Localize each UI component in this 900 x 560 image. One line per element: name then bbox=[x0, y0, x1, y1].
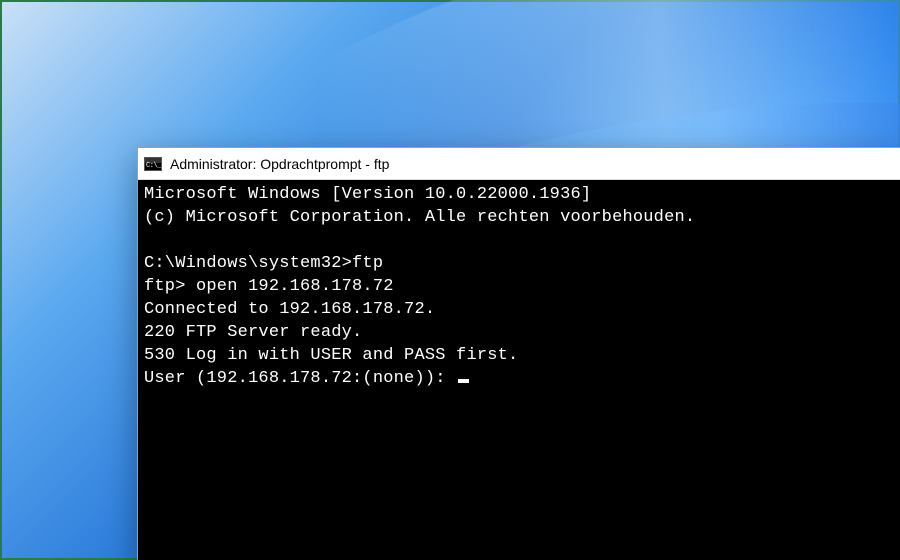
titlebar[interactable]: Administrator: Opdrachtprompt - ftp bbox=[138, 148, 900, 180]
window-title: Administrator: Opdrachtprompt - ftp bbox=[170, 156, 389, 172]
command-prompt-window: Administrator: Opdrachtprompt - ftp Micr… bbox=[137, 147, 900, 560]
desktop-background: Administrator: Opdrachtprompt - ftp Micr… bbox=[0, 0, 900, 560]
cmd-icon bbox=[144, 157, 162, 171]
terminal-output[interactable]: Microsoft Windows [Version 10.0.22000.19… bbox=[138, 180, 900, 560]
terminal-cursor bbox=[458, 379, 469, 383]
